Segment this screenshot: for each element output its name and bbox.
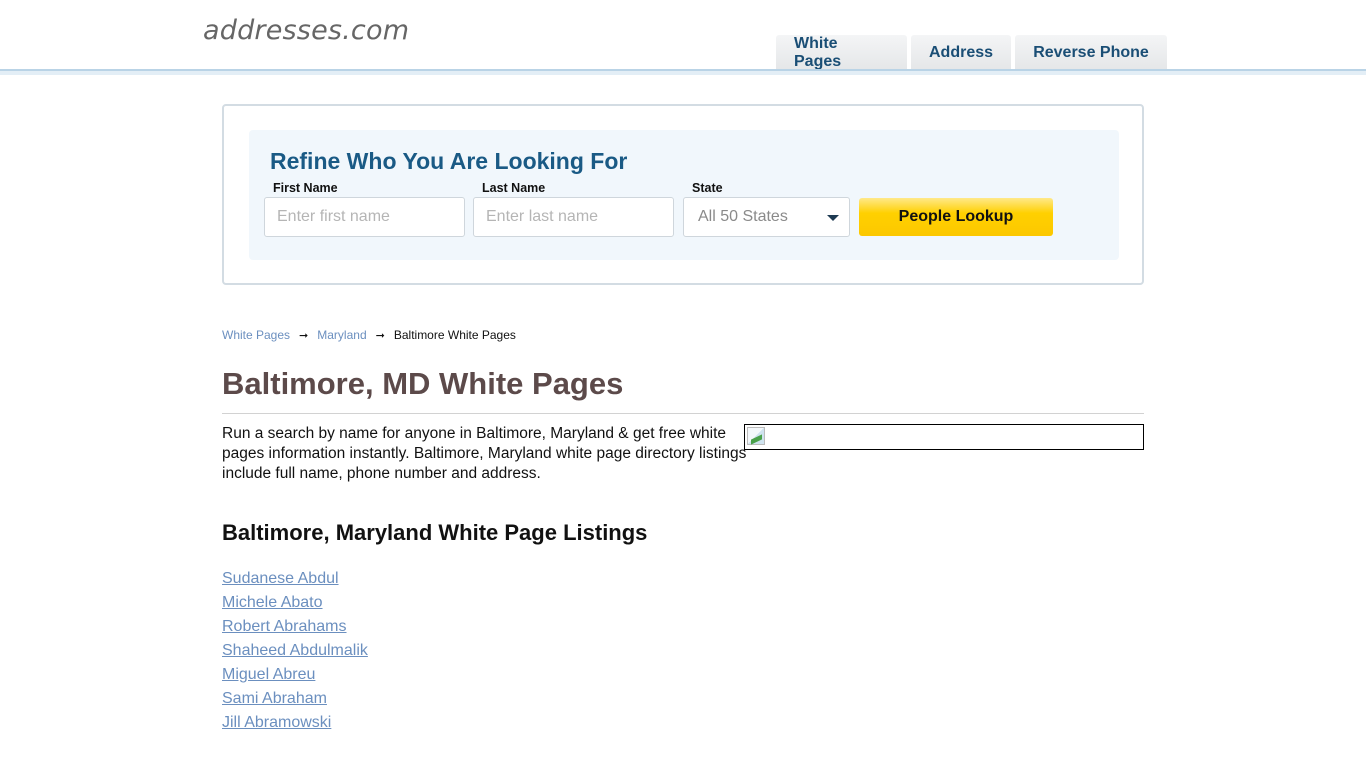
list-item: Sudanese Abdul [222, 569, 368, 593]
listing-link[interactable]: Shaheed Abdulmalik [222, 642, 368, 659]
site-header: addresses.com White Pages Address Revers… [0, 0, 1366, 75]
site-logo[interactable]: addresses.com [203, 15, 409, 46]
listings-title: Baltimore, Maryland White Page Listings [222, 520, 648, 545]
tab-reverse-phone[interactable]: Reverse Phone [1015, 35, 1167, 71]
state-select[interactable]: All 50 States [683, 197, 850, 237]
first-name-input[interactable] [264, 197, 465, 237]
main-nav-tabs: White Pages Address Reverse Phone [776, 35, 1167, 71]
intro-text: Run a search by name for anyone in Balti… [222, 425, 747, 482]
arrow-right-icon: ➞ [375, 329, 385, 342]
people-lookup-button[interactable]: People Lookup [859, 198, 1053, 236]
ad-banner[interactable] [744, 424, 1144, 450]
list-item: Sami Abraham [222, 689, 368, 713]
breadcrumb-white-pages[interactable]: White Pages [222, 328, 290, 342]
tab-address[interactable]: Address [911, 35, 1011, 71]
first-name-label: First Name [273, 181, 338, 195]
state-label: State [692, 181, 723, 195]
arrow-right-icon: ➞ [299, 329, 309, 342]
list-item: Jill Abramowski [222, 713, 368, 737]
listing-link[interactable]: Jill Abramowski [222, 714, 331, 731]
list-item: Robert Abrahams [222, 617, 368, 641]
page-title: Baltimore, MD White Pages [222, 366, 624, 401]
breadcrumb-maryland[interactable]: Maryland [317, 328, 366, 342]
listing-link[interactable]: Miguel Abreu [222, 666, 315, 683]
list-item: Miguel Abreu [222, 665, 368, 689]
list-item: Michele Abato [222, 593, 368, 617]
breadcrumb-current: Baltimore White Pages [393, 328, 516, 342]
search-form: Refine Who You Are Looking For First Nam… [249, 130, 1119, 260]
broken-image-icon [747, 427, 765, 445]
breadcrumb: White Pages ➞ Maryland ➞ Baltimore White… [222, 328, 516, 342]
search-panel: Refine Who You Are Looking For First Nam… [222, 104, 1144, 285]
last-name-label: Last Name [482, 181, 546, 195]
listing-link[interactable]: Robert Abrahams [222, 618, 347, 635]
header-divider [0, 69, 1366, 75]
tab-white-pages[interactable]: White Pages [776, 35, 907, 71]
state-select-value: All 50 States [698, 208, 788, 225]
last-name-input[interactable] [473, 197, 674, 237]
chevron-down-icon [827, 215, 839, 221]
listing-link[interactable]: Michele Abato [222, 594, 323, 611]
list-item: Shaheed Abdulmalik [222, 641, 368, 665]
search-title: Refine Who You Are Looking For [270, 148, 628, 174]
listing-link[interactable]: Sami Abraham [222, 690, 327, 707]
listings-list: Sudanese Abdul Michele Abato Robert Abra… [222, 569, 368, 737]
listing-link[interactable]: Sudanese Abdul [222, 570, 339, 587]
title-divider [222, 413, 1144, 414]
